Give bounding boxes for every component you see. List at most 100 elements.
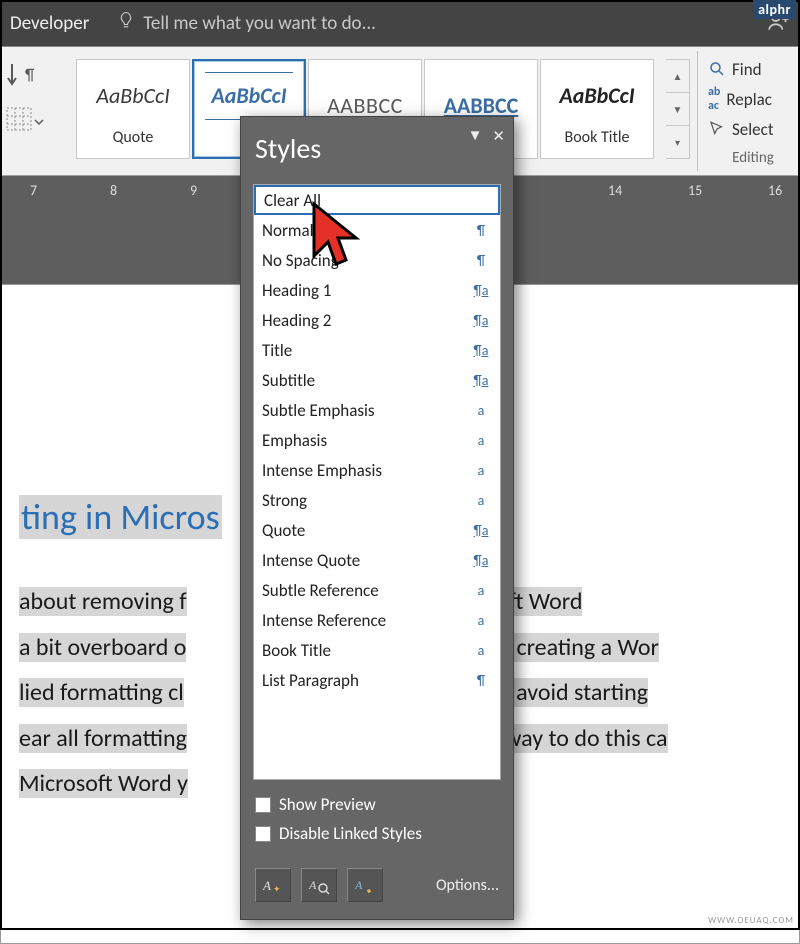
style-row-subtle-emphasis[interactable]: Subtle Emphasisa bbox=[254, 395, 500, 425]
cursor-icon bbox=[708, 120, 726, 138]
style-type-icon: a bbox=[470, 492, 492, 509]
find-label: Find bbox=[732, 59, 762, 80]
style-type-icon: a bbox=[470, 402, 492, 419]
style-preview: AaBbCcI bbox=[559, 72, 634, 120]
tell-me-placeholder: Tell me what you want to do... bbox=[143, 12, 376, 35]
style-row-intense-emphasis[interactable]: Intense Emphasisa bbox=[254, 455, 500, 485]
style-name: Intense Emphasis bbox=[262, 460, 470, 481]
style-name: No Spacing bbox=[262, 250, 470, 271]
style-name: Normal bbox=[262, 220, 470, 241]
select-label: Select bbox=[732, 119, 774, 140]
style-name: Intense Reference bbox=[262, 610, 470, 631]
disable-linked-checkbox[interactable]: Disable Linked Styles bbox=[255, 823, 499, 844]
style-row-strong[interactable]: Stronga bbox=[254, 485, 500, 515]
style-row-book-title[interactable]: Book Titlea bbox=[254, 635, 500, 665]
editing-group-label: Editing bbox=[708, 149, 798, 167]
style-row-intense-quote[interactable]: Intense Quote¶a bbox=[254, 545, 500, 575]
replace-button[interactable]: abac Replac bbox=[708, 85, 798, 113]
style-row-intense-reference[interactable]: Intense Referencea bbox=[254, 605, 500, 635]
style-swatch-book-title[interactable]: AaBbCcI Book Title bbox=[540, 59, 654, 159]
svg-text:A: A bbox=[354, 878, 363, 892]
alphr-badge: alphr bbox=[753, 0, 796, 19]
select-button[interactable]: Select bbox=[708, 115, 798, 143]
replace-icon: abac bbox=[708, 85, 720, 113]
style-name: Subtle Emphasis bbox=[262, 400, 470, 421]
svg-text:✦: ✦ bbox=[273, 884, 281, 895]
chevron-dropdown-icon: ▾ bbox=[666, 126, 689, 158]
style-name: Book Title bbox=[262, 640, 470, 661]
style-type-icon: a bbox=[470, 582, 492, 599]
style-label: Book Title bbox=[565, 128, 630, 147]
editing-group: Find abac Replac Select Editing bbox=[708, 55, 798, 167]
style-name: Heading 1 bbox=[262, 280, 470, 301]
style-type-icon: a bbox=[470, 432, 492, 449]
ribbon-tabbar: Developer Tell me what you want to do... bbox=[0, 0, 800, 46]
style-row-subtitle[interactable]: Subtitle¶a bbox=[254, 365, 500, 395]
style-type-icon: ¶a bbox=[470, 342, 492, 359]
find-button[interactable]: Find bbox=[708, 55, 798, 83]
search-icon bbox=[708, 60, 726, 78]
style-row-heading-1[interactable]: Heading 1¶a bbox=[254, 275, 500, 305]
svg-text:A: A bbox=[262, 878, 271, 893]
pane-close-icon[interactable]: ✕ bbox=[492, 127, 505, 146]
style-row-no-spacing[interactable]: No Spacing¶ bbox=[254, 245, 500, 275]
new-style-button[interactable]: A✦ bbox=[255, 868, 291, 902]
table-grid-button[interactable] bbox=[4, 105, 44, 141]
styles-options-link[interactable]: Options... bbox=[436, 876, 499, 895]
styles-list: Clear AllNormal¶No Spacing¶Heading 1¶aHe… bbox=[253, 184, 501, 780]
style-type-icon: ¶a bbox=[470, 282, 492, 299]
lightbulb-icon bbox=[117, 11, 135, 35]
ribbon-separator bbox=[697, 51, 698, 171]
checkbox-icon bbox=[255, 826, 271, 842]
manage-styles-button[interactable]: A bbox=[347, 868, 383, 902]
style-name: Quote bbox=[262, 520, 470, 541]
style-type-icon: a bbox=[470, 642, 492, 659]
style-swatch-quote[interactable]: AaBbCcI Quote bbox=[76, 59, 190, 159]
style-type-icon: ¶ bbox=[470, 672, 492, 689]
checkbox-icon bbox=[255, 797, 271, 813]
style-row-list-paragraph[interactable]: List Paragraph¶ bbox=[254, 665, 500, 695]
style-type-icon: ¶a bbox=[470, 312, 492, 329]
style-inspector-button[interactable]: A bbox=[301, 868, 337, 902]
style-label: Quote bbox=[113, 128, 154, 147]
style-type-icon: ¶a bbox=[470, 552, 492, 569]
style-name: Title bbox=[262, 340, 470, 361]
style-row-emphasis[interactable]: Emphasisa bbox=[254, 425, 500, 455]
style-row-normal[interactable]: Normal¶ bbox=[254, 215, 500, 245]
svg-text:A: A bbox=[308, 878, 317, 892]
style-name: List Paragraph bbox=[262, 670, 470, 691]
style-row-quote[interactable]: Quote¶a bbox=[254, 515, 500, 545]
ruler-tick: 16 bbox=[768, 182, 782, 199]
style-type-icon: ¶a bbox=[470, 372, 492, 389]
ruler-tick: 15 bbox=[688, 182, 702, 199]
style-preview: AaBbCcI bbox=[205, 72, 292, 120]
style-type-icon: ¶a bbox=[470, 522, 492, 539]
style-name: Heading 2 bbox=[262, 310, 470, 331]
show-preview-checkbox[interactable]: Show Preview bbox=[255, 794, 499, 815]
ribbon-tab-developer[interactable]: Developer bbox=[10, 12, 89, 35]
show-preview-label: Show Preview bbox=[279, 794, 376, 815]
ruler-tick: 14 bbox=[608, 182, 622, 199]
style-preview: AaBbCcI bbox=[96, 72, 170, 120]
sort-arrow-button[interactable]: ¶ bbox=[4, 57, 44, 93]
pane-dropdown-icon[interactable]: ▼ bbox=[468, 127, 483, 146]
watermark: WWW.OEUAQ.COM bbox=[708, 915, 794, 926]
style-type-icon: a bbox=[470, 462, 492, 479]
ruler-tick: 7 bbox=[30, 182, 37, 199]
style-row-title[interactable]: Title¶a bbox=[254, 335, 500, 365]
tell-me-search[interactable]: Tell me what you want to do... bbox=[117, 11, 376, 35]
style-type-icon: ¶ bbox=[470, 252, 492, 269]
style-name: Clear All bbox=[264, 190, 468, 211]
svg-text:¶: ¶ bbox=[25, 66, 35, 85]
style-type-icon: a bbox=[470, 612, 492, 629]
style-row-heading-2[interactable]: Heading 2¶a bbox=[254, 305, 500, 335]
style-name: Subtle Reference bbox=[262, 580, 470, 601]
style-row-clear-all[interactable]: Clear All bbox=[254, 185, 500, 215]
ruler-tick: 9 bbox=[190, 182, 197, 199]
gallery-more-button[interactable]: ▲ ▼ ▾ bbox=[666, 59, 690, 159]
style-row-subtle-reference[interactable]: Subtle Referencea bbox=[254, 575, 500, 605]
styles-task-pane[interactable]: Styles ▼ ✕ Clear AllNormal¶No Spacing¶He… bbox=[240, 116, 514, 920]
chevron-down-icon: ▼ bbox=[666, 93, 689, 126]
disable-linked-label: Disable Linked Styles bbox=[279, 823, 422, 844]
style-type-icon: ¶ bbox=[470, 222, 492, 239]
